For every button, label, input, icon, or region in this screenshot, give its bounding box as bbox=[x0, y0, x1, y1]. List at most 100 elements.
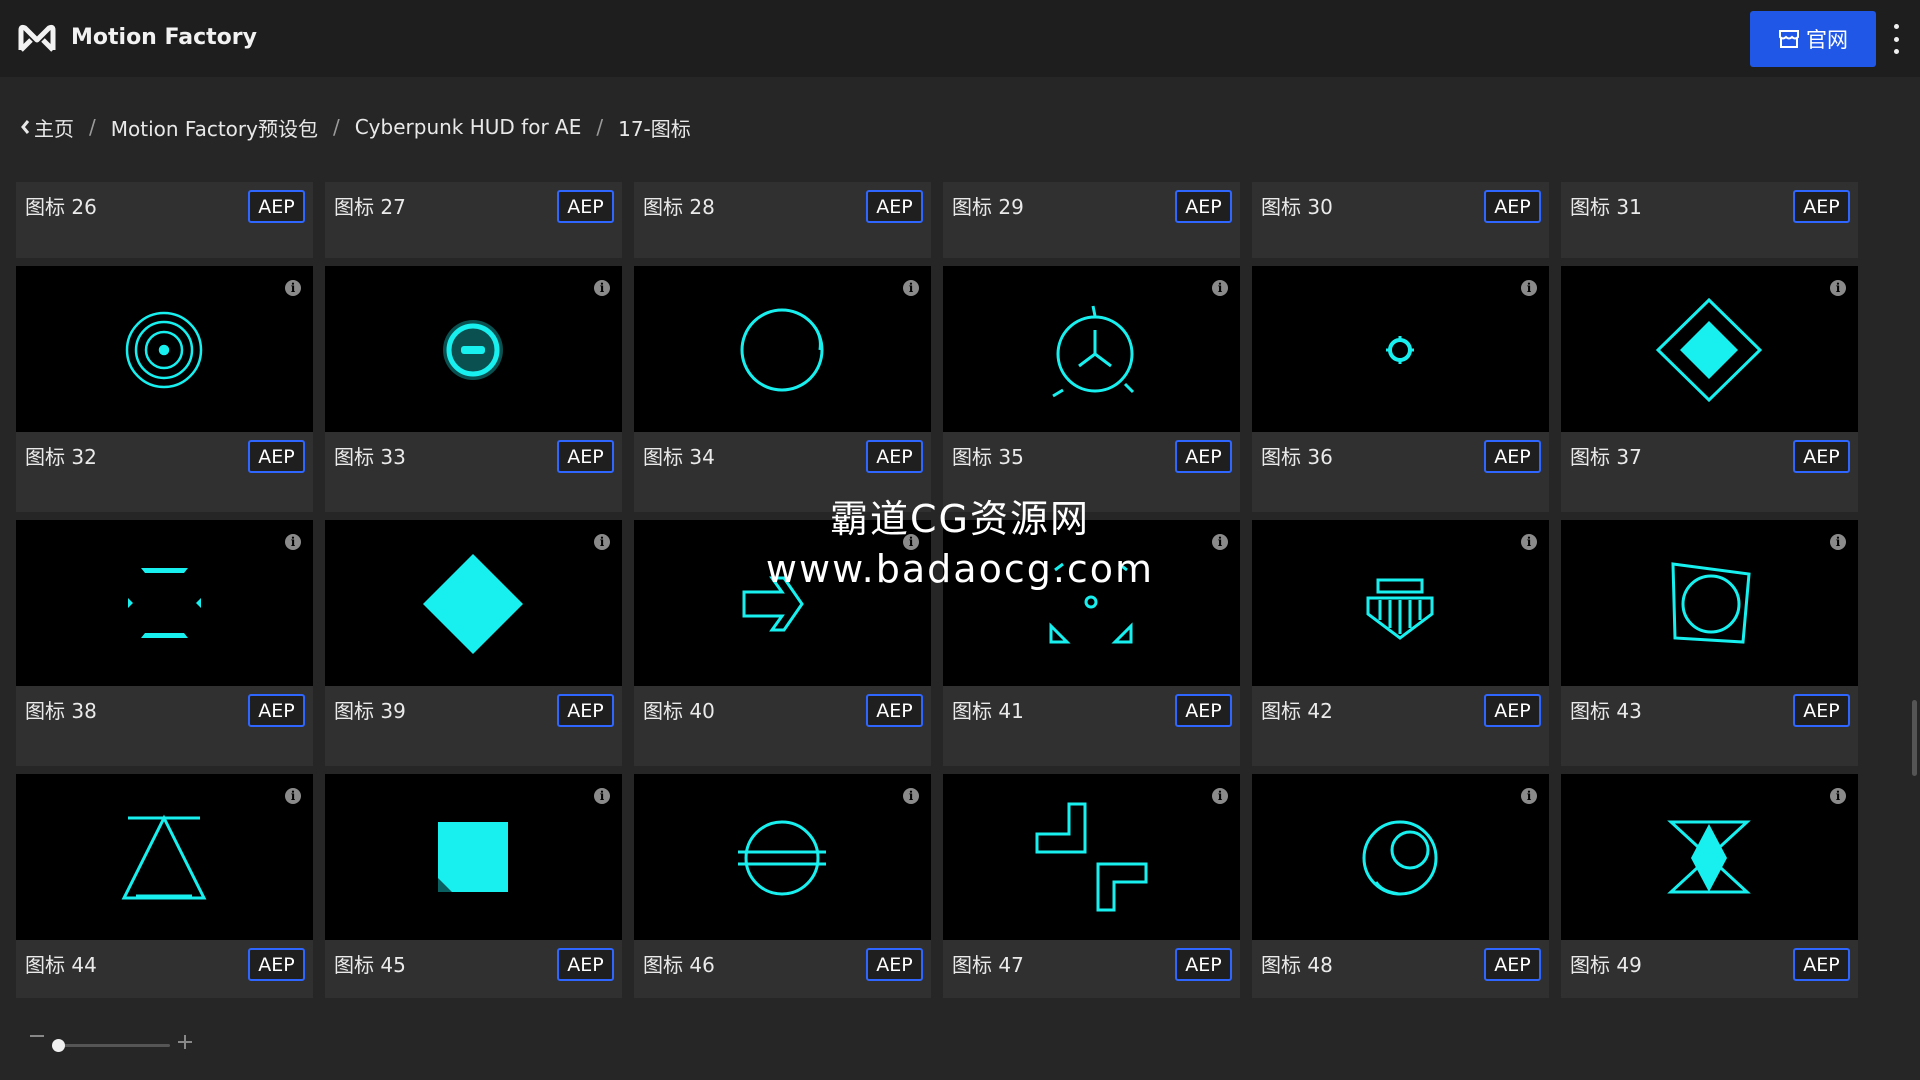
asset-thumbnail[interactable]: i bbox=[1561, 774, 1858, 940]
asset-thumbnail[interactable]: i bbox=[1252, 774, 1549, 940]
zoom-slider-track[interactable] bbox=[58, 1044, 170, 1047]
asset-card[interactable]: i 图标 41 AEP bbox=[943, 520, 1240, 766]
aep-badge[interactable]: AEP bbox=[248, 948, 305, 981]
asset-card-label[interactable]: 图标 28 AEP bbox=[634, 182, 931, 258]
asset-card[interactable]: i 图标 40 AEP bbox=[634, 520, 931, 766]
zoom-slider-handle[interactable] bbox=[52, 1039, 65, 1052]
aep-badge[interactable]: AEP bbox=[1175, 190, 1232, 223]
asset-card[interactable]: i 图标 49 AEP bbox=[1561, 774, 1858, 998]
info-icon[interactable]: i bbox=[903, 788, 919, 804]
asset-thumbnail[interactable]: i bbox=[1252, 520, 1549, 686]
asset-card[interactable]: i 图标 48 AEP bbox=[1252, 774, 1549, 998]
zoom-in-icon[interactable] bbox=[178, 1035, 192, 1049]
asset-card-label[interactable]: 图标 29 AEP bbox=[943, 182, 1240, 258]
asset-thumbnail[interactable]: i bbox=[634, 520, 931, 686]
info-icon[interactable]: i bbox=[285, 534, 301, 550]
aep-badge[interactable]: AEP bbox=[1793, 694, 1850, 727]
info-icon[interactable]: i bbox=[1521, 280, 1537, 296]
asset-card[interactable]: i 图标 39 AEP bbox=[325, 520, 622, 766]
asset-thumbnail[interactable]: i bbox=[16, 520, 313, 686]
small-gear-icon bbox=[1386, 336, 1414, 364]
info-icon[interactable]: i bbox=[1212, 280, 1228, 296]
asset-card[interactable]: i 图标 34 AEP bbox=[634, 266, 931, 512]
asset-card-label[interactable]: 图标 30 AEP bbox=[1252, 182, 1549, 258]
asset-thumbnail[interactable]: i bbox=[634, 266, 931, 432]
asset-thumbnail[interactable]: i bbox=[16, 266, 313, 432]
asset-thumbnail[interactable]: i bbox=[1561, 520, 1858, 686]
aep-badge[interactable]: AEP bbox=[866, 190, 923, 223]
motion-factory-logo-icon[interactable] bbox=[18, 22, 56, 54]
scrollbar-thumb[interactable] bbox=[1912, 700, 1917, 776]
bottom-bar bbox=[0, 998, 1920, 1080]
aep-badge[interactable]: AEP bbox=[1175, 948, 1232, 981]
asset-card[interactable]: i 图标 47 AEP bbox=[943, 774, 1240, 998]
asset-card-label[interactable]: 图标 31 AEP bbox=[1561, 182, 1858, 258]
asset-card-label[interactable]: 图标 26 AEP bbox=[16, 182, 313, 258]
asset-thumbnail[interactable]: i bbox=[943, 266, 1240, 432]
asset-card[interactable]: i 图标 46 AEP bbox=[634, 774, 931, 998]
info-icon[interactable]: i bbox=[1830, 534, 1846, 550]
asset-card[interactable]: i 图标 37 AEP bbox=[1561, 266, 1858, 512]
aep-badge[interactable]: AEP bbox=[1175, 694, 1232, 727]
asset-card[interactable]: i 图标 43 AEP bbox=[1561, 520, 1858, 766]
aep-badge[interactable]: AEP bbox=[866, 948, 923, 981]
breadcrumb-item-cyberpunk-hud[interactable]: Cyberpunk HUD for AE bbox=[355, 115, 582, 139]
info-icon[interactable]: i bbox=[1212, 788, 1228, 804]
info-icon[interactable]: i bbox=[594, 788, 610, 804]
asset-card-label[interactable]: 图标 27 AEP bbox=[325, 182, 622, 258]
info-icon[interactable]: i bbox=[1521, 788, 1537, 804]
breadcrumb-separator: / bbox=[89, 115, 96, 139]
aep-badge[interactable]: AEP bbox=[248, 694, 305, 727]
asset-card[interactable]: i 图标 42 AEP bbox=[1252, 520, 1549, 766]
info-icon[interactable]: i bbox=[903, 534, 919, 550]
more-options-icon[interactable] bbox=[1889, 24, 1903, 54]
aep-badge[interactable]: AEP bbox=[1484, 440, 1541, 473]
aep-badge[interactable]: AEP bbox=[248, 440, 305, 473]
aep-badge[interactable]: AEP bbox=[1175, 440, 1232, 473]
aep-badge[interactable]: AEP bbox=[1484, 190, 1541, 223]
asset-thumbnail[interactable]: i bbox=[943, 520, 1240, 686]
info-icon[interactable]: i bbox=[1830, 280, 1846, 296]
aep-badge[interactable]: AEP bbox=[1484, 694, 1541, 727]
info-icon[interactable]: i bbox=[1830, 788, 1846, 804]
info-icon[interactable]: i bbox=[594, 280, 610, 296]
asset-card[interactable]: i 图标 44 AEP bbox=[16, 774, 313, 998]
asset-thumbnail[interactable]: i bbox=[16, 774, 313, 940]
info-icon[interactable]: i bbox=[285, 788, 301, 804]
aep-badge[interactable]: AEP bbox=[866, 694, 923, 727]
asset-thumbnail[interactable]: i bbox=[634, 774, 931, 940]
aep-badge[interactable]: AEP bbox=[1484, 948, 1541, 981]
asset-card[interactable]: i 图标 36 AEP bbox=[1252, 266, 1549, 512]
asset-thumbnail[interactable]: i bbox=[1252, 266, 1549, 432]
asset-card[interactable]: i 图标 33 AEP bbox=[325, 266, 622, 512]
aep-badge[interactable]: AEP bbox=[1793, 190, 1850, 223]
info-icon[interactable]: i bbox=[594, 534, 610, 550]
aep-badge[interactable]: AEP bbox=[866, 440, 923, 473]
aep-badge[interactable]: AEP bbox=[1793, 440, 1850, 473]
aep-badge[interactable]: AEP bbox=[557, 948, 614, 981]
asset-card[interactable]: i 图标 35 AEP bbox=[943, 266, 1240, 512]
official-site-button[interactable]: 官网 bbox=[1750, 11, 1876, 67]
asset-card[interactable]: i 图标 38 AEP bbox=[16, 520, 313, 766]
asset-thumbnail[interactable]: i bbox=[943, 774, 1240, 940]
asset-thumbnail[interactable]: i bbox=[325, 520, 622, 686]
info-icon[interactable]: i bbox=[285, 280, 301, 296]
asset-thumbnail[interactable]: i bbox=[325, 774, 622, 940]
zoom-out-icon[interactable] bbox=[30, 1035, 44, 1037]
breadcrumb-separator: / bbox=[596, 115, 604, 139]
asset-card[interactable]: i 图标 32 AEP bbox=[16, 266, 313, 512]
aep-badge[interactable]: AEP bbox=[1793, 948, 1850, 981]
asset-thumbnail[interactable]: i bbox=[325, 266, 622, 432]
asset-card[interactable]: i 图标 45 AEP bbox=[325, 774, 622, 998]
info-icon[interactable]: i bbox=[903, 280, 919, 296]
breadcrumb-home[interactable]: 主页 bbox=[20, 113, 74, 142]
aep-badge[interactable]: AEP bbox=[557, 440, 614, 473]
aep-badge[interactable]: AEP bbox=[557, 694, 614, 727]
aep-badge[interactable]: AEP bbox=[557, 190, 614, 223]
info-icon[interactable]: i bbox=[1212, 534, 1228, 550]
breadcrumb-item-preset-pack[interactable]: Motion Factory预设包 bbox=[111, 113, 318, 142]
aep-badge[interactable]: AEP bbox=[248, 190, 305, 223]
asset-name: 图标 32 bbox=[25, 445, 97, 469]
asset-thumbnail[interactable]: i bbox=[1561, 266, 1858, 432]
info-icon[interactable]: i bbox=[1521, 534, 1537, 550]
